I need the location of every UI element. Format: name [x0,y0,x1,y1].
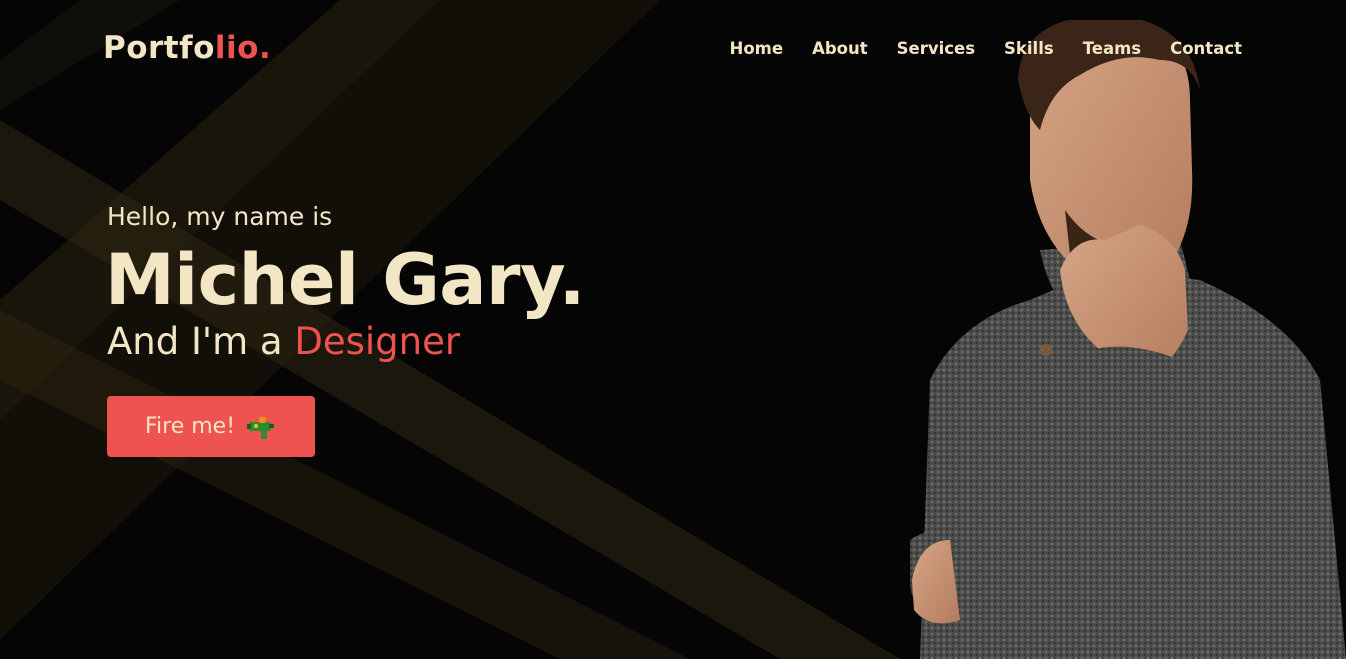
hero-section: Portfolio. Home About Services Skills Te… [0,0,1346,659]
logo-accent-text: lio. [214,30,272,66]
hero-text: Hello, my name is Michel Gary. And I'm a… [105,198,585,366]
nav-link-teams[interactable]: Teams [1083,37,1141,61]
hero-greeting: Hello, my name is [107,202,333,231]
logo-main-text: Portfo [103,30,215,66]
fire-me-label: Fire me! [144,414,236,439]
fire-me-button[interactable]: Fire me! [107,396,315,457]
portrait-photo [910,20,1346,659]
nav-link-contact[interactable]: Contact [1170,37,1242,61]
logo[interactable]: Portfolio. [103,28,271,68]
hero-role: Designer [294,320,461,363]
nav-link-services[interactable]: Services [897,37,975,61]
navbar: Portfolio. Home About Services Skills Te… [0,0,1346,98]
hero-role-line: And I'm a Designer [107,318,585,366]
nav-link-home[interactable]: Home [730,37,784,61]
hero-name: Michel Gary. [105,239,585,321]
nav-link-skills[interactable]: Skills [1004,37,1054,61]
water-pistol-icon [247,416,275,439]
hero-role-prefix: And I'm a [107,320,295,363]
nav-links: Home About Services Skills Teams Contact [730,37,1242,61]
nav-link-about[interactable]: About [812,37,868,61]
